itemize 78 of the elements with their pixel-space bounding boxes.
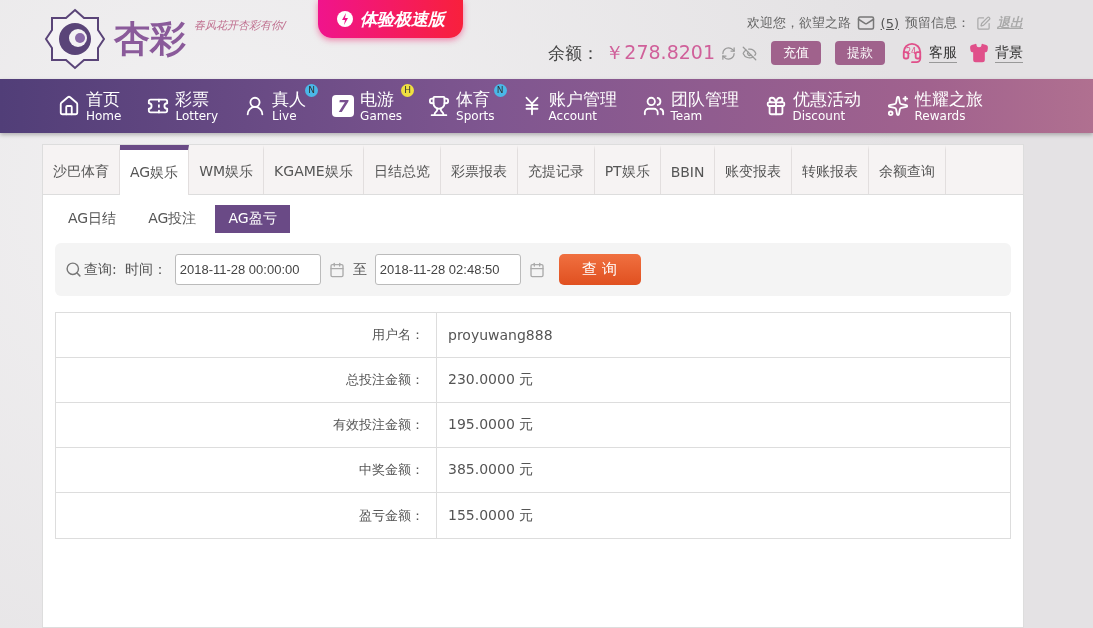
sub-tab[interactable]: AG日结 xyxy=(55,205,130,233)
balance-label: 余额： xyxy=(548,41,600,65)
background-link[interactable]: 背景 xyxy=(995,43,1023,63)
withdraw-button[interactable]: 提款 xyxy=(835,41,885,65)
nav-item-subtitle: Live xyxy=(272,109,298,122)
row-value: 155.0000 元 xyxy=(447,505,535,525)
lightning-icon xyxy=(335,10,354,28)
tab[interactable]: 彩票报表 xyxy=(440,145,518,194)
refresh-icon[interactable] xyxy=(721,45,736,61)
sub-tab[interactable]: AG投注 xyxy=(135,205,210,233)
nav-item-subtitle: Team xyxy=(670,109,704,122)
nav-item[interactable]: 性耀之旅 xyxy=(914,90,983,108)
nav-badge: N xyxy=(305,83,319,97)
sparkle-icon xyxy=(886,95,909,117)
sub-tab[interactable]: AG盈亏 xyxy=(215,205,290,233)
tab[interactable]: WM娱乐 xyxy=(189,145,265,194)
row-value: 195.0000 元 xyxy=(447,415,535,434)
message-count[interactable]: (5) xyxy=(880,15,899,31)
nav-badge: N xyxy=(493,83,507,97)
nav-item[interactable]: 真人 xyxy=(272,90,307,108)
row-value: 230.0000 元 xyxy=(447,370,535,389)
tab[interactable]: 日结总览 xyxy=(363,145,441,194)
nav-item-subtitle: Rewards xyxy=(914,109,967,122)
nav-item-subtitle: Home xyxy=(86,109,122,122)
row-label: 盈亏金额： xyxy=(56,493,437,538)
nav-item-subtitle: Lottery xyxy=(175,109,219,122)
service-link[interactable]: 客服 xyxy=(929,43,957,63)
team-icon xyxy=(642,95,665,117)
seven-icon: 7 xyxy=(332,95,355,117)
start-time-field[interactable]: 2018-11-28 00:00:00 xyxy=(174,254,321,285)
nav-item-subtitle: Games xyxy=(360,109,403,122)
nav-item-subtitle: Discount xyxy=(792,109,847,122)
tab[interactable]: KGAME娱乐 xyxy=(264,145,364,194)
row-label: 用户名： xyxy=(56,313,437,357)
nav-item[interactable]: 团队管理 xyxy=(670,90,739,108)
row-label: 中奖金额： xyxy=(56,448,437,492)
tab[interactable]: 余额查询 xyxy=(869,145,947,194)
tab[interactable]: PT娱乐 xyxy=(594,145,661,194)
search-icon xyxy=(65,261,82,278)
trophy-icon xyxy=(428,95,451,117)
query-label: 查询: xyxy=(84,260,117,279)
deposit-button[interactable]: 充值 xyxy=(771,41,821,65)
nav-item-subtitle: Sports xyxy=(456,109,495,122)
to-label: 至 xyxy=(352,260,367,279)
time-label: 时间： xyxy=(124,260,167,279)
calendar-icon[interactable] xyxy=(328,261,345,278)
logo-icon xyxy=(44,8,106,70)
nav-item[interactable]: 优惠活动 xyxy=(792,90,861,108)
tagline: 春风花开杏彩有你/ xyxy=(194,18,286,33)
edit-icon[interactable] xyxy=(976,15,991,31)
nav-item[interactable]: 彩票 xyxy=(175,90,219,108)
tab[interactable]: 转账报表 xyxy=(792,145,870,194)
reserved-info-label: 预留信息： xyxy=(905,14,970,32)
nav-badge: H xyxy=(401,83,415,97)
row-value: 385.0000 元 xyxy=(447,460,535,479)
row-value: proyuwang888 xyxy=(447,326,554,345)
home-icon xyxy=(58,95,80,117)
logo-text: 杏彩 xyxy=(114,15,186,61)
row-label: 有效投注金额： xyxy=(56,403,437,447)
promo-button[interactable]: 体验极速版 xyxy=(317,0,463,38)
tab[interactable]: AG娱乐 xyxy=(120,145,190,195)
mail-icon[interactable] xyxy=(856,14,875,32)
tab[interactable]: 充提记录 xyxy=(517,145,595,194)
welcome-text: 欢迎您，欲望之路 xyxy=(746,14,851,32)
nav-item-subtitle: Account xyxy=(548,109,598,122)
gift-icon xyxy=(764,95,787,117)
nav-item[interactable]: 电游 xyxy=(360,90,403,108)
shirt-icon[interactable] xyxy=(969,43,989,63)
nav-item[interactable]: 首页 xyxy=(86,90,122,108)
hide-icon[interactable] xyxy=(742,45,757,61)
nav-item[interactable]: 体育 xyxy=(456,90,495,108)
tab[interactable]: 账变报表 xyxy=(715,145,793,194)
tab[interactable]: BBIN xyxy=(660,145,716,194)
nav-item[interactable]: 账户管理 xyxy=(548,90,617,108)
row-label: 总投注金额： xyxy=(56,358,437,402)
calendar-icon[interactable] xyxy=(528,261,545,278)
balance-amount: ￥278.8201 xyxy=(605,40,715,65)
end-time-field[interactable]: 2018-11-28 02:48:50 xyxy=(374,254,521,285)
